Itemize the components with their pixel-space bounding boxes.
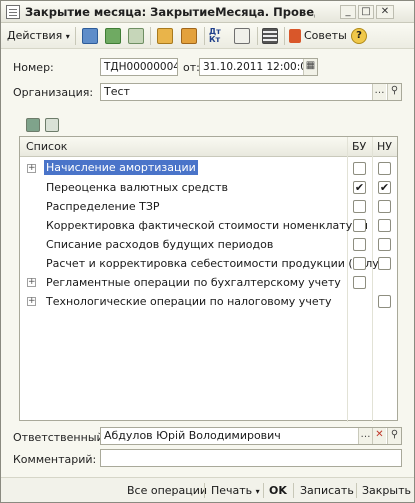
post-document-icon[interactable] xyxy=(82,28,98,44)
footer-separator xyxy=(293,483,294,498)
footer-separator xyxy=(204,483,205,498)
bu-checkbox[interactable] xyxy=(353,200,366,213)
close-button-footer[interactable]: Закрыть xyxy=(362,484,411,497)
from-label: от: xyxy=(183,61,200,74)
column-header-bu[interactable]: БУ xyxy=(352,140,366,153)
row-label: Технологические операции по налоговому у… xyxy=(46,295,332,308)
organization-field[interactable]: Тест xyxy=(100,83,402,101)
date-field[interactable]: 31.10.2011 12:00:00 xyxy=(199,58,318,76)
toolbar-separator xyxy=(150,27,151,45)
document-icon xyxy=(6,5,20,19)
row-label: Регламентные операции по бухгалтерскому … xyxy=(46,276,341,289)
column-header-list[interactable]: Список xyxy=(26,140,67,153)
advice-label: Советы xyxy=(304,29,347,42)
nu-checkbox[interactable] xyxy=(378,257,391,270)
advice-button[interactable]: Советы xyxy=(289,26,347,46)
table-row[interactable]: Расчет и корректировка себестоимости про… xyxy=(20,254,397,273)
row-label: Корректировка фактической стоимости номе… xyxy=(46,219,368,232)
bu-checkbox[interactable]: ✔ xyxy=(353,181,366,194)
column-header-nu[interactable]: НУ xyxy=(377,140,392,153)
organization-label: Организация: xyxy=(13,86,94,99)
debit-credit-icon[interactable]: Дт Кт xyxy=(209,28,225,44)
uncheck-all-icon[interactable] xyxy=(45,118,59,132)
all-operations-button[interactable]: Все операции xyxy=(127,484,207,497)
clear-icon[interactable]: ✕ xyxy=(372,428,386,444)
document-structure-icon[interactable] xyxy=(157,28,173,44)
table-row[interactable]: + Технологические операции по налоговому … xyxy=(20,292,397,311)
comment-field[interactable] xyxy=(100,449,402,467)
date-value: 31.10.2011 12:00:00 xyxy=(203,61,314,73)
document-window: Закрытие месяца: ЗакрытиеМесяца. Проведе… xyxy=(0,0,415,503)
expand-icon[interactable]: + xyxy=(27,278,36,287)
row-label: Распределение ТЗР xyxy=(46,200,160,213)
report-icon[interactable] xyxy=(234,28,250,44)
title-bar: Закрытие месяца: ЗакрытиеМесяца. Проведе… xyxy=(1,1,414,23)
list-settings-icon[interactable] xyxy=(262,28,278,44)
nu-checkbox[interactable] xyxy=(378,295,391,308)
expand-icon[interactable]: + xyxy=(27,164,36,173)
search-icon[interactable]: ⚲ xyxy=(387,428,401,444)
advice-icon xyxy=(289,29,301,43)
bu-checkbox[interactable] xyxy=(353,257,366,270)
table-row[interactable]: Списание расходов будущих периодов xyxy=(20,235,397,254)
table-row[interactable]: Корректировка фактической стоимости номе… xyxy=(20,216,397,235)
refresh-icon[interactable] xyxy=(105,28,121,44)
nu-checkbox[interactable]: ✔ xyxy=(378,181,391,194)
table-row[interactable]: Переоценка валютных средств ✔ ✔ xyxy=(20,178,397,197)
responsible-value: Абдулов Юрій Володимирович xyxy=(104,429,281,442)
select-ellipsis-icon[interactable]: … xyxy=(372,84,386,100)
print-button[interactable]: Печать ▾ xyxy=(211,484,260,497)
save-button[interactable]: Записать xyxy=(300,484,354,497)
chevron-down-icon: ▾ xyxy=(65,32,70,41)
footer-separator xyxy=(263,483,264,498)
table-row[interactable]: Распределение ТЗР xyxy=(20,197,397,216)
toolbar-separator xyxy=(284,27,285,45)
row-label: Начисление амортизации xyxy=(44,160,198,175)
table-header: Список БУ НУ xyxy=(20,137,397,157)
nu-checkbox[interactable] xyxy=(378,238,391,251)
organization-value: Тест xyxy=(104,85,130,98)
toolbar: Действия ▾ Дт Кт Советы ? xyxy=(1,23,414,49)
operations-table: Список БУ НУ + Начисление амортизации Пере… xyxy=(19,136,398,422)
window-title: Закрытие месяца: ЗакрытиеМесяца. Проведе… xyxy=(25,5,315,19)
copy-icon[interactable] xyxy=(128,28,144,44)
bu-checkbox[interactable] xyxy=(353,276,366,289)
print-label: Печать xyxy=(211,484,253,497)
footer-bar: Все операции Печать ▾ OK Записать Закрыт… xyxy=(1,477,414,502)
nu-checkbox[interactable] xyxy=(378,219,391,232)
toolbar-separator xyxy=(257,27,258,45)
nu-checkbox[interactable] xyxy=(378,162,391,175)
expand-icon[interactable]: + xyxy=(27,297,36,306)
bu-checkbox[interactable] xyxy=(353,162,366,175)
help-icon[interactable]: ? xyxy=(351,28,367,44)
row-label: Расчет и корректировка себестоимости про… xyxy=(46,257,389,270)
table-row[interactable]: + Регламентные операции по бухгалтерскому… xyxy=(20,273,397,292)
close-button[interactable]: ✕ xyxy=(376,5,394,19)
nu-checkbox[interactable] xyxy=(378,200,391,213)
search-icon[interactable]: ⚲ xyxy=(387,84,401,100)
maximize-button[interactable]: □ xyxy=(358,5,374,19)
toolbar-separator xyxy=(204,27,205,45)
row-label: Списание расходов будущих периодов xyxy=(46,238,274,251)
check-all-icon[interactable] xyxy=(26,118,40,132)
table-row[interactable]: + Начисление амортизации xyxy=(20,159,397,178)
number-label: Номер: xyxy=(13,61,54,74)
change-icon[interactable] xyxy=(181,28,197,44)
responsible-field[interactable]: Абдулов Юрій Володимирович xyxy=(100,427,402,445)
comment-label: Комментарий: xyxy=(13,453,97,466)
responsible-label: Ответственный: xyxy=(13,431,108,444)
calendar-icon[interactable]: ▦ xyxy=(303,59,317,75)
minimize-button[interactable]: _ xyxy=(340,5,356,19)
bu-checkbox[interactable] xyxy=(353,238,366,251)
chevron-down-icon: ▾ xyxy=(255,487,260,496)
actions-menu[interactable]: Действия ▾ xyxy=(7,26,70,46)
toolbar-separator xyxy=(75,27,76,45)
select-ellipsis-icon[interactable]: … xyxy=(358,428,372,444)
row-label: Переоценка валютных средств xyxy=(46,181,228,194)
actions-label: Действия xyxy=(7,29,63,42)
number-field[interactable]: ТДН00000004 xyxy=(100,58,178,76)
footer-separator xyxy=(356,483,357,498)
bu-checkbox[interactable] xyxy=(353,219,366,232)
ok-button[interactable]: OK xyxy=(269,484,287,497)
